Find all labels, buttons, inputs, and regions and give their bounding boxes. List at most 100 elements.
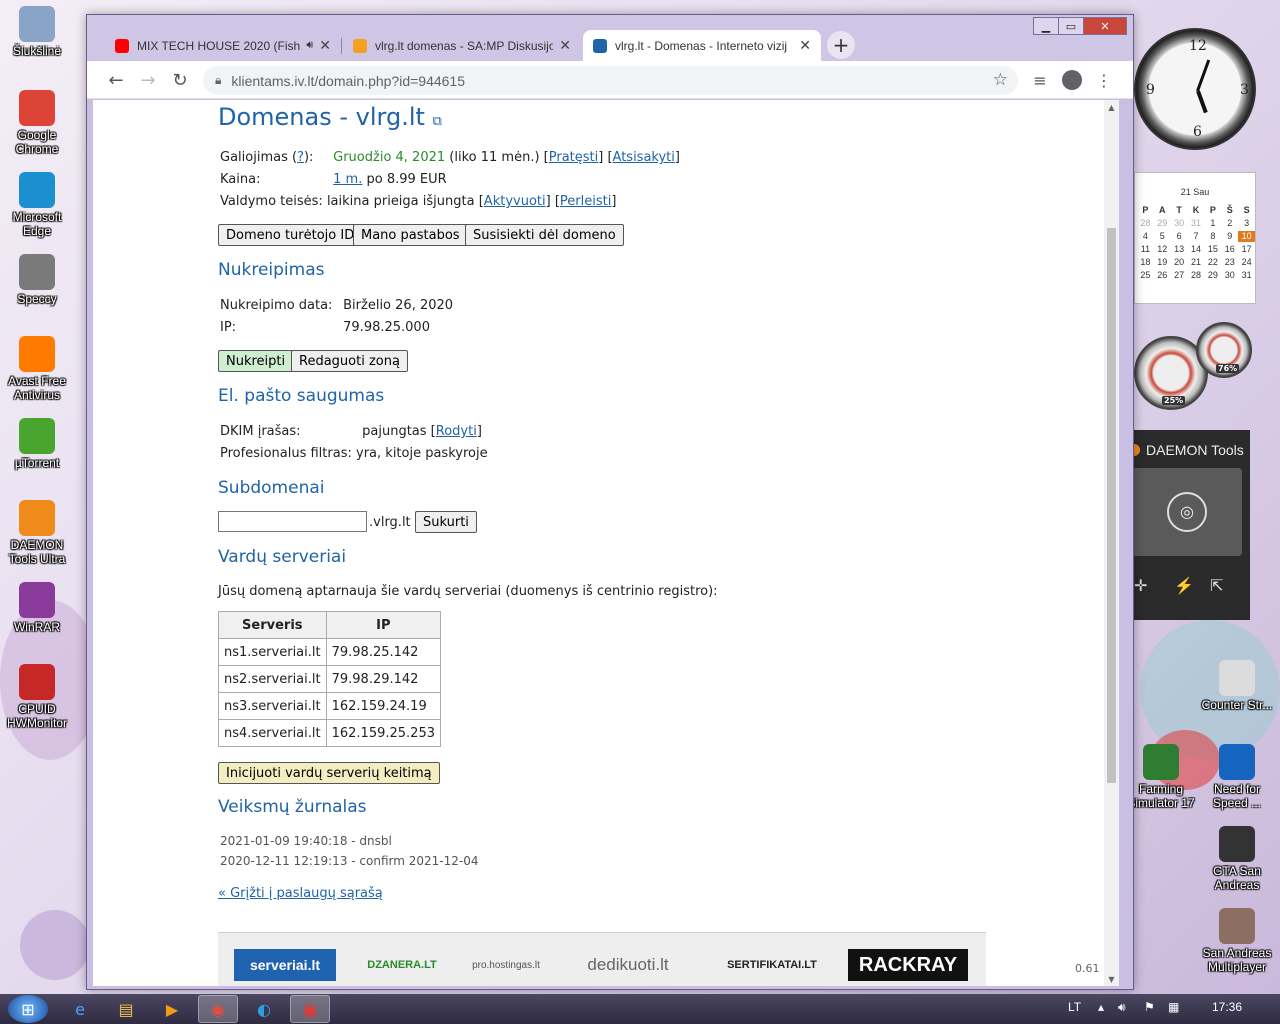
chrome-icon[interactable]: ◉	[198, 995, 238, 1023]
desktop-icon[interactable]: WinRAR	[0, 582, 74, 634]
desktop-icon[interactable]: Avast Free Antivirus	[0, 336, 74, 402]
ie-icon[interactable]: e	[60, 995, 100, 1023]
tray-expand-icon[interactable]: ▴	[1098, 1000, 1104, 1014]
calendar-day[interactable]: 17	[1238, 244, 1255, 255]
subdomain-input[interactable]	[218, 511, 367, 532]
desktop-icon[interactable]: Counter Str...	[1200, 660, 1274, 712]
calendar-day[interactable]: 6	[1171, 231, 1188, 242]
profile-icon[interactable]	[1061, 69, 1083, 91]
calendar-day[interactable]: 15	[1204, 244, 1221, 255]
transfer-link[interactable]: Perleisti	[560, 194, 611, 209]
address-bar[interactable]: 🔒︎ klientams.iv.lt/domain.php?id=944615 …	[203, 66, 1018, 95]
volume-icon[interactable]: 🔊︎	[1118, 1000, 1126, 1015]
desktop-icon[interactable]: GTA San Andreas	[1200, 826, 1274, 892]
period-link[interactable]: 1 m.	[333, 172, 362, 187]
calendar-day[interactable]: 20	[1171, 257, 1188, 268]
edge-icon[interactable]: ◐	[244, 995, 284, 1023]
renew-link[interactable]: Pratęsti	[549, 150, 599, 165]
calendar-day[interactable]: 21	[1188, 257, 1205, 268]
flag-icon[interactable]: ⚑	[1144, 1000, 1155, 1014]
desktop-icon[interactable]: DAEMON Tools Ultra	[0, 500, 74, 566]
calendar-day[interactable]: 13	[1171, 244, 1188, 255]
scrollbar-thumb[interactable]	[1107, 228, 1116, 783]
speaker-icon[interactable]: 🔊︎	[306, 39, 313, 52]
calendar-day[interactable]: 18	[1137, 257, 1154, 268]
back-link-text[interactable]: « Grįžti į paslaugų sąrašą	[218, 886, 383, 901]
cancel-link[interactable]: Atsisakyti	[613, 150, 675, 165]
scroll-down-icon[interactable]: ▼	[1104, 972, 1119, 986]
calendar-day[interactable]: 2	[1221, 218, 1238, 229]
calendar-day[interactable]: 7	[1188, 231, 1205, 242]
contact-button[interactable]: Susisiekti dėl domeno	[465, 224, 624, 246]
bookmark-star-icon[interactable]: ☆	[993, 70, 1008, 90]
calendar-gadget[interactable]: 21 Sau P A T K P Š S 28 29 30 31 1 2 3 4 5 6 7 8 9 10 11 12 13 1…	[1134, 172, 1256, 304]
add-icon[interactable]: ✛	[1134, 576, 1147, 596]
explorer-icon[interactable]: ▤	[106, 995, 146, 1023]
media-player-icon[interactable]: ▶	[152, 995, 192, 1023]
desktop-icon[interactable]: San Andreas Multiplayer	[1200, 908, 1274, 974]
hwmonitor-icon[interactable]: ▣	[290, 995, 330, 1023]
desktop-icon[interactable]: Google Chrome	[0, 90, 74, 156]
calendar-day[interactable]: 23	[1221, 257, 1238, 268]
back-link[interactable]: « Grįžti į paslaugų sąrašą	[218, 886, 383, 901]
notes-button[interactable]: Mano pastabos	[353, 224, 468, 246]
help-link[interactable]: ?	[297, 150, 304, 165]
desktop-icon[interactable]: Microsoft Edge	[0, 172, 74, 238]
calendar-day[interactable]: 30	[1171, 218, 1188, 229]
calendar-day[interactable]: 31	[1238, 270, 1255, 281]
calendar-day[interactable]: 27	[1171, 270, 1188, 281]
calendar-day[interactable]: 22	[1204, 257, 1221, 268]
calendar-day[interactable]: 19	[1154, 257, 1171, 268]
dkim-show-link[interactable]: Rodyti	[436, 424, 477, 439]
back-arrow-icon[interactable]: ←	[104, 68, 128, 92]
vertical-scrollbar[interactable]: ▲ ▼	[1104, 100, 1119, 986]
daemon-disc-slot[interactable]: ◎	[1132, 468, 1242, 556]
scroll-up-icon[interactable]: ▲	[1104, 100, 1119, 114]
tab-forum[interactable]: vlrg.lt domenas - SA:MP Diskusijo ✕	[343, 30, 581, 61]
calendar-day[interactable]: 29	[1154, 218, 1171, 229]
dedikuoti-logo[interactable]: dedikuoti.lt	[560, 949, 696, 981]
sertifikatai-logo[interactable]: SERTIFIKATAI.LT	[714, 949, 830, 981]
dzanera-logo[interactable]: DZANERA.LT	[352, 949, 452, 981]
clock-gadget[interactable]: 12 3 6 9	[1134, 28, 1256, 150]
new-tab-button[interactable]: +	[827, 31, 855, 59]
close-window-button[interactable]: ✕	[1083, 17, 1127, 35]
calendar-day[interactable]: 28	[1137, 218, 1154, 229]
network-icon[interactable]: ▦	[1168, 1000, 1179, 1014]
desktop-icon[interactable]: Speccy	[0, 254, 74, 306]
minimize-button[interactable]: ▁	[1033, 17, 1059, 35]
calendar-day[interactable]: 12	[1154, 244, 1171, 255]
close-tab-icon[interactable]: ✕	[319, 37, 331, 54]
calendar-day[interactable]: 1	[1204, 218, 1221, 229]
desktop-icon[interactable]: µTorrent	[0, 418, 74, 470]
calendar-day[interactable]: 26	[1154, 270, 1171, 281]
calendar-day[interactable]: 8	[1204, 231, 1221, 242]
maximize-button[interactable]: ▭	[1058, 17, 1084, 35]
calendar-day[interactable]: 28	[1188, 270, 1205, 281]
close-tab-icon[interactable]: ✕	[799, 37, 811, 54]
forward-arrow-icon[interactable]: →	[136, 68, 160, 92]
calendar-day[interactable]: 11	[1137, 244, 1154, 255]
calendar-day[interactable]: 14	[1188, 244, 1205, 255]
desktop-icon[interactable]: Šiukšlinė	[0, 6, 74, 58]
calendar-day[interactable]: 29	[1204, 270, 1221, 281]
reload-icon[interactable]: ↻	[168, 68, 192, 92]
desktop-icon[interactable]: CPUID HWMonitor	[0, 664, 74, 730]
eject-icon[interactable]: ⇱	[1210, 576, 1223, 596]
calendar-day[interactable]: 24	[1238, 257, 1255, 268]
calendar-day[interactable]: 5	[1154, 231, 1171, 242]
calendar-day[interactable]: 16	[1221, 244, 1238, 255]
close-tab-icon[interactable]: ✕	[559, 37, 571, 54]
media-control-icon[interactable]: ≡	[1029, 69, 1051, 91]
calendar-day[interactable]: 3	[1238, 218, 1255, 229]
edit-zone-button[interactable]: Redaguoti zoną	[291, 350, 408, 372]
desktop-icon[interactable]: Farming Simulator 17	[1124, 744, 1198, 810]
calendar-day[interactable]: 30	[1221, 270, 1238, 281]
calendar-day[interactable]: 10	[1238, 231, 1255, 242]
calendar-day[interactable]: 9	[1221, 231, 1238, 242]
calendar-day[interactable]: 31	[1188, 218, 1205, 229]
activate-link[interactable]: Aktyvuoti	[484, 194, 546, 209]
lightning-icon[interactable]: ⚡	[1174, 576, 1194, 596]
redirect-button[interactable]: Nukreipti	[218, 350, 294, 372]
owner-id-button[interactable]: Domeno turėtojo ID	[218, 224, 363, 246]
